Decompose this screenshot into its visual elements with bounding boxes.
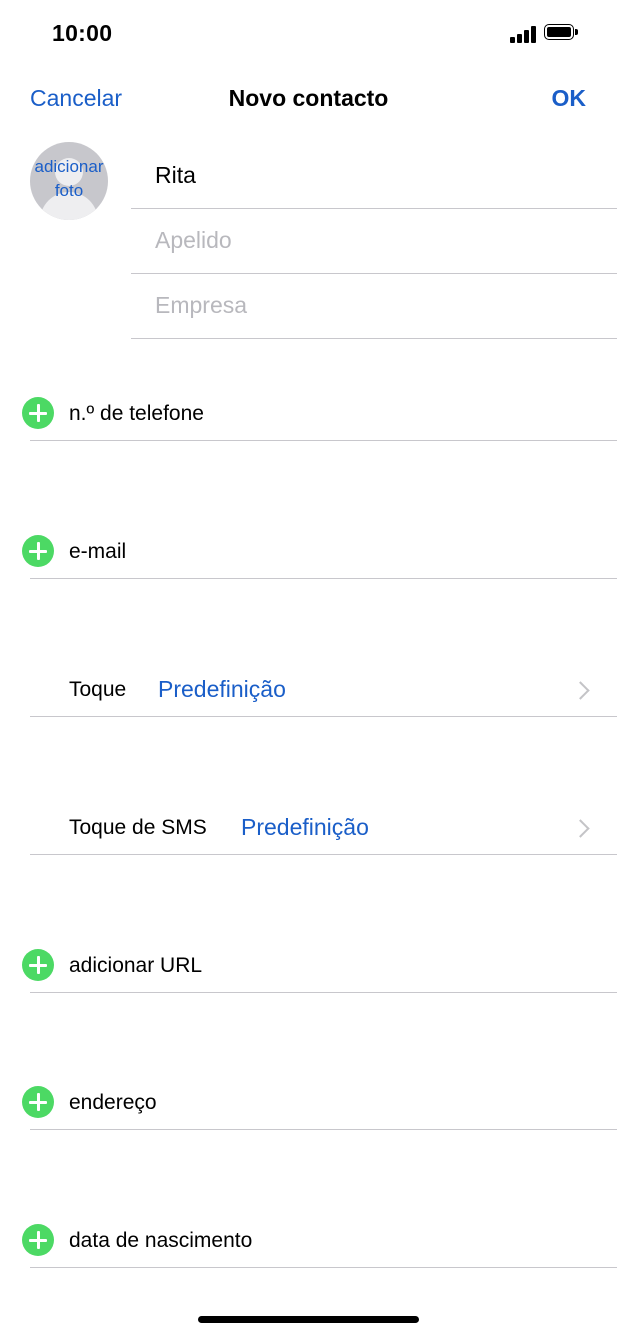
status-bar: 10:00 [0,0,617,60]
add-birthday-row[interactable]: data de nascimento [22,1202,617,1268]
add-phone-row[interactable]: n.º de telefone [22,375,617,441]
ok-button[interactable]: OK [552,85,587,112]
chevron-right-icon [571,819,590,838]
ringtone-row[interactable]: Toque Predefinição [30,651,617,717]
add-icon[interactable] [22,535,54,567]
last-name-input[interactable] [155,227,595,254]
sms-tone-label: Toque de SMS [69,816,207,839]
add-address-label: endereço [69,1091,157,1114]
sms-tone-row[interactable]: Toque de SMS Predefinição [30,789,617,855]
sms-tone-value: Predefinição [241,814,369,840]
ringtone-label: Toque [69,678,127,701]
cancel-button[interactable]: Cancelar [30,85,122,112]
ringtone-value: Predefinição [158,676,286,702]
add-icon[interactable] [22,949,54,981]
first-name-input[interactable] [155,162,595,189]
navigation-bar: Novo contacto Cancelar OK [0,75,617,123]
battery-icon [544,24,578,42]
add-url-label: adicionar URL [69,954,203,977]
cellular-signal-icon [510,25,536,43]
add-email-row[interactable]: e-mail [22,513,617,579]
chevron-right-icon [571,681,590,700]
add-icon[interactable] [22,397,54,429]
first-name-field-row [131,144,617,209]
add-address-row[interactable]: endereço [22,1064,617,1130]
company-input[interactable] [155,292,595,319]
add-birthday-label: data de nascimento [69,1229,253,1252]
home-indicator[interactable] [198,1316,419,1323]
add-icon[interactable] [22,1086,54,1118]
add-url-row[interactable]: adicionar URL [22,927,617,993]
add-icon[interactable] [22,1224,54,1256]
company-field-row [131,274,617,339]
add-photo-label[interactable]: adicionar foto [20,155,118,203]
last-name-field-row [131,209,617,274]
status-time: 10:00 [52,20,113,46]
add-email-label: e-mail [69,540,127,563]
add-phone-label: n.º de telefone [69,402,204,425]
